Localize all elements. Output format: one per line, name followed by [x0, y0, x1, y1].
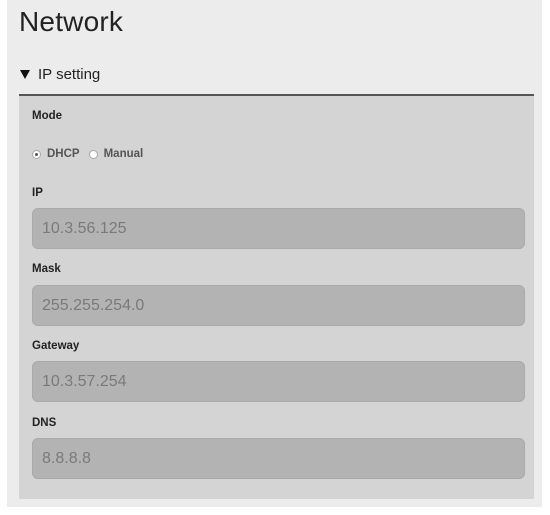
- network-settings-card: Network IP setting Mode DHCP Manual IP 1…: [7, 0, 542, 507]
- ip-input[interactable]: 10.3.56.125: [32, 208, 525, 249]
- dhcp-radio-label[interactable]: DHCP: [47, 148, 80, 160]
- ip-setting-toggle[interactable]: IP setting: [19, 62, 100, 86]
- gateway-label: Gateway: [32, 340, 80, 352]
- page-title: Network: [19, 6, 124, 37]
- dns-label: DNS: [32, 417, 57, 429]
- gateway-input[interactable]: 10.3.57.254: [32, 361, 525, 402]
- mask-label: Mask: [32, 263, 61, 275]
- ip-setting-panel: Mode DHCP Manual IP 10.3.56.125 Mask 255…: [19, 94, 534, 499]
- dhcp-radio[interactable]: [32, 149, 41, 159]
- mode-radio-group: DHCP Manual: [32, 148, 152, 160]
- ip-label: IP: [32, 187, 43, 199]
- manual-radio[interactable]: [88, 149, 98, 159]
- mode-label: Mode: [32, 110, 63, 122]
- manual-radio-label[interactable]: Manual: [104, 148, 144, 160]
- expand-triangle-icon: [20, 69, 30, 79]
- dns-input[interactable]: 8.8.8.8: [32, 438, 525, 479]
- mask-input[interactable]: 255.255.254.0: [32, 285, 525, 326]
- section-header-label: IP setting: [38, 65, 101, 83]
